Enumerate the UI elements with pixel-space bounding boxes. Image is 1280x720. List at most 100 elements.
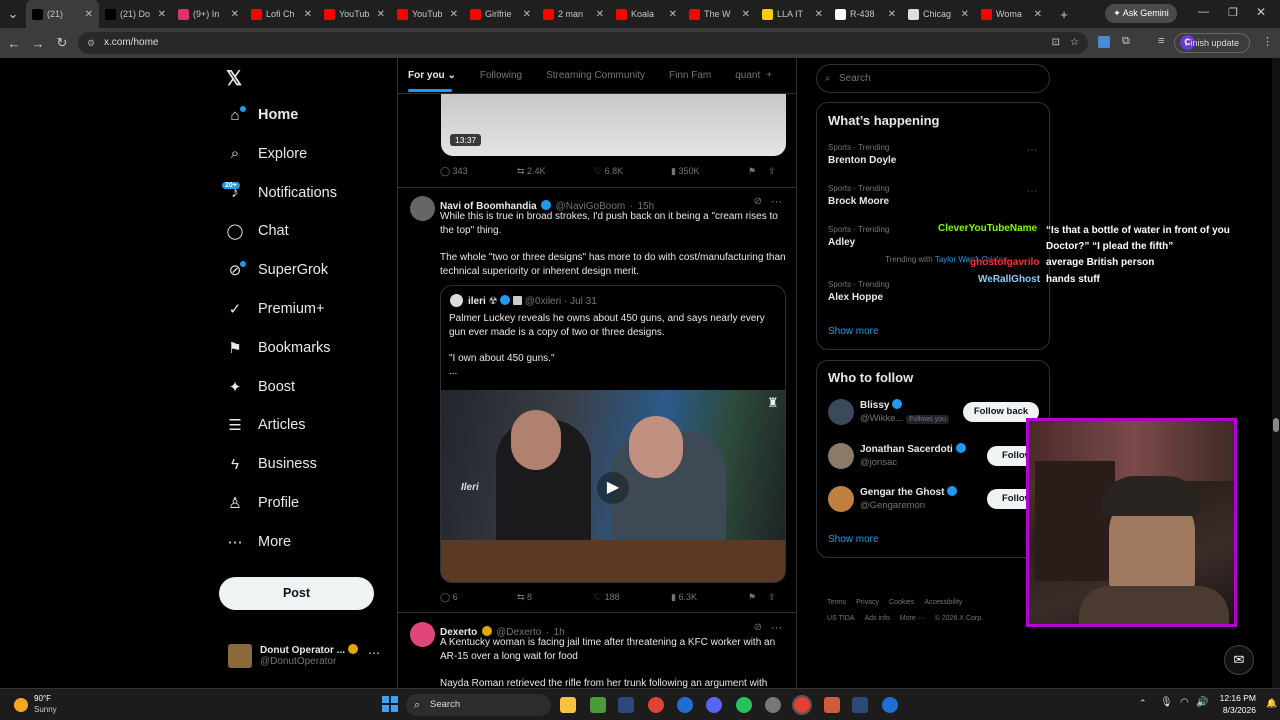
steam-icon[interactable] — [852, 697, 868, 713]
nav-item-premium[interactable]: ✓ Premium+ — [226, 300, 325, 318]
finish-update-button[interactable]: Finish update — [1173, 33, 1250, 53]
show-more-link[interactable]: Show more — [828, 534, 879, 545]
tweet-more-icon[interactable]: ⋯ — [771, 621, 782, 634]
chrome-icon[interactable] — [792, 695, 812, 715]
browser-tab[interactable]: (21) Do ✕ — [99, 0, 172, 28]
site-info-icon[interactable]: ⚙ — [87, 32, 95, 54]
grok-icon[interactable]: ⊘ — [754, 196, 762, 207]
tab-finn-fam[interactable]: Finn Fam — [669, 70, 711, 81]
scrollbar-thumb[interactable] — [1273, 418, 1279, 432]
browser-tab[interactable]: (9+) In ✕ — [172, 0, 245, 28]
tab-close-icon[interactable]: ✕ — [596, 9, 604, 20]
minimize-button[interactable]: — — [1198, 6, 1209, 18]
browser-tab[interactable]: Girlfrie ✕ — [464, 0, 537, 28]
nav-item-more[interactable]: ⋯ More — [226, 533, 292, 551]
weather-text[interactable]: Sunny — [34, 705, 57, 714]
forward-button[interactable]: → — [26, 36, 50, 51]
previous-video[interactable] — [441, 94, 786, 156]
reply-button[interactable]: ◯ 343 — [440, 166, 517, 177]
browser-tab[interactable]: (21) ✕ — [26, 0, 99, 28]
search-input[interactable]: ⌕ Search — [816, 64, 1050, 93]
nav-item-profile[interactable]: ♙ Profile — [226, 494, 299, 512]
reload-button[interactable]: ↻ — [50, 35, 74, 51]
avatar[interactable] — [410, 196, 435, 221]
nav-item-notifications[interactable]: ♪ Notifications — [226, 184, 337, 202]
avatar[interactable] — [828, 486, 854, 512]
app-icon[interactable] — [590, 697, 606, 713]
browser-tab[interactable]: LLA IT ✕ — [756, 0, 829, 28]
views-button[interactable]: ▮ 350K — [671, 166, 748, 177]
x-logo-icon[interactable]: 𝕏 — [226, 66, 242, 91]
quote-video[interactable]: Ileri ▶ ♜ — [441, 390, 785, 582]
share-button[interactable]: ⇪ — [768, 166, 788, 177]
avatar[interactable] — [828, 442, 854, 469]
extensions-puzzle-icon[interactable]: ⧉ — [1122, 35, 1130, 48]
avatar[interactable] — [410, 622, 435, 647]
tab-close-icon[interactable]: ✕ — [961, 9, 969, 20]
tab-close-icon[interactable]: ✕ — [85, 9, 93, 20]
reply-button[interactable]: ◯ 6 — [440, 592, 517, 603]
browser-tab[interactable]: The W ✕ — [683, 0, 756, 28]
follow-name[interactable]: Blissy — [860, 400, 889, 411]
tab-close-icon[interactable]: ✕ — [742, 9, 750, 20]
footer-link[interactable]: © 2026 X Corp. — [935, 615, 983, 622]
browser-tab[interactable]: 2 man ✕ — [537, 0, 610, 28]
like-button[interactable]: ♡ 188 — [594, 592, 671, 603]
browser-tab[interactable]: R-438 ✕ — [829, 0, 902, 28]
browser-tab[interactable]: Chicag ✕ — [902, 0, 975, 28]
back-button[interactable]: ← — [2, 36, 26, 51]
footer-link[interactable]: Ads info — [865, 615, 890, 622]
tab-following[interactable]: Following — [480, 70, 522, 81]
trend-name[interactable]: Brock Moore — [828, 196, 889, 207]
footer-link[interactable]: Terms — [827, 599, 846, 606]
wifi-icon[interactable]: ◠ — [1180, 697, 1189, 708]
post-button[interactable]: Post — [219, 577, 374, 610]
footer-link[interactable]: Cookies — [889, 599, 914, 606]
clock-time[interactable]: 12:16 PM — [1216, 693, 1256, 703]
bookmark-star-icon[interactable]: ☆ — [1070, 32, 1079, 54]
page-scrollbar[interactable] — [1272, 58, 1280, 688]
footer-link[interactable]: Privacy — [856, 599, 879, 606]
browser-tab[interactable]: YouTub ✕ — [391, 0, 464, 28]
nav-item-chat[interactable]: ◯ Chat — [226, 222, 289, 240]
share-button[interactable]: ⇪ — [768, 592, 788, 603]
messages-fab[interactable]: ✉ — [1224, 645, 1254, 675]
discord-icon[interactable] — [706, 697, 722, 713]
nav-item-articles[interactable]: ☰ Articles — [226, 416, 305, 434]
repost-button[interactable]: ⇆ 8 — [517, 592, 594, 603]
tab-close-icon[interactable]: ✕ — [815, 9, 823, 20]
footer-link[interactable]: More ··· — [900, 615, 925, 622]
show-more-link[interactable]: Show more — [828, 326, 879, 337]
tab-close-icon[interactable]: ✕ — [231, 9, 239, 20]
tab-close-icon[interactable]: ✕ — [450, 9, 458, 20]
nav-item-bookmarks[interactable]: ⚑ Bookmarks — [226, 339, 330, 357]
trend-name[interactable]: Brenton Doyle — [828, 155, 896, 166]
browser-menu-icon[interactable]: ⋮ — [1262, 35, 1273, 48]
app-icon[interactable] — [677, 697, 693, 713]
trend-name[interactable]: Adley — [828, 237, 855, 248]
tab-close-icon[interactable]: ✕ — [888, 9, 896, 20]
notification-bell-icon[interactable]: 🔔 — [1266, 698, 1277, 709]
browser-tab[interactable]: Woma ✕ — [975, 0, 1048, 28]
settings-icon[interactable] — [765, 697, 781, 713]
nav-item-explore[interactable]: ⌕ Explore — [226, 145, 307, 163]
account-more-icon[interactable]: ⋯ — [368, 646, 380, 660]
ask-gemini-button[interactable]: ✦ Ask Gemini — [1105, 4, 1177, 23]
follow-name[interactable]: Jonathan Sacerdoti — [860, 444, 953, 455]
views-button[interactable]: ▮ 6.3K — [671, 592, 748, 603]
taskbar-search[interactable]: ⌕ Search — [406, 694, 551, 716]
browser-tab[interactable]: YouTub ✕ — [318, 0, 391, 28]
close-window-button[interactable]: ✕ — [1256, 5, 1266, 19]
steam-icon[interactable] — [618, 697, 634, 713]
chrome-icon[interactable] — [648, 697, 664, 713]
nav-item-boost[interactable]: ✦ Boost — [226, 378, 295, 396]
tab-close-icon[interactable]: ✕ — [1034, 9, 1042, 20]
trend-more-icon[interactable]: ⋯ — [1027, 145, 1037, 156]
app-icon[interactable] — [882, 697, 898, 713]
trend-name[interactable]: Alex Hoppe — [828, 292, 883, 303]
tweet-more-icon[interactable]: ⋯ — [771, 195, 782, 208]
url-input[interactable]: ⚙ x.com/home ⊡ ☆ — [78, 32, 1088, 54]
tab-close-icon[interactable]: ✕ — [523, 9, 531, 20]
app-icon[interactable] — [824, 697, 840, 713]
new-tab-button[interactable]: + — [1052, 7, 1076, 22]
